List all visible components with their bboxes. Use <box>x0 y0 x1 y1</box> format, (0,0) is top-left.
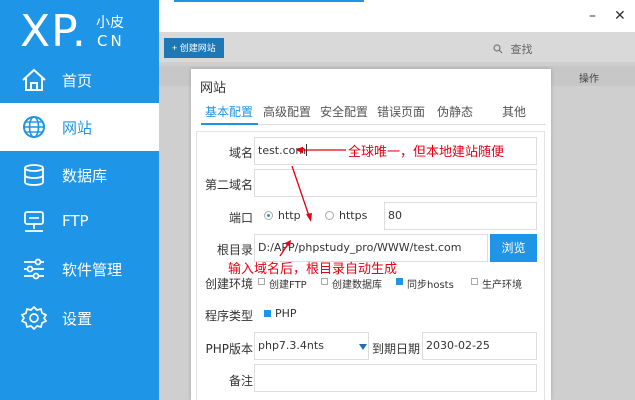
arrow-head-icon <box>285 240 291 247</box>
annotation-arrows <box>279 146 346 257</box>
arrow-head-icon <box>306 213 312 222</box>
annotation-arrow-middle <box>291 165 310 217</box>
annotation-arrow-bottom <box>279 243 289 257</box>
arrow-head-icon <box>296 146 303 154</box>
